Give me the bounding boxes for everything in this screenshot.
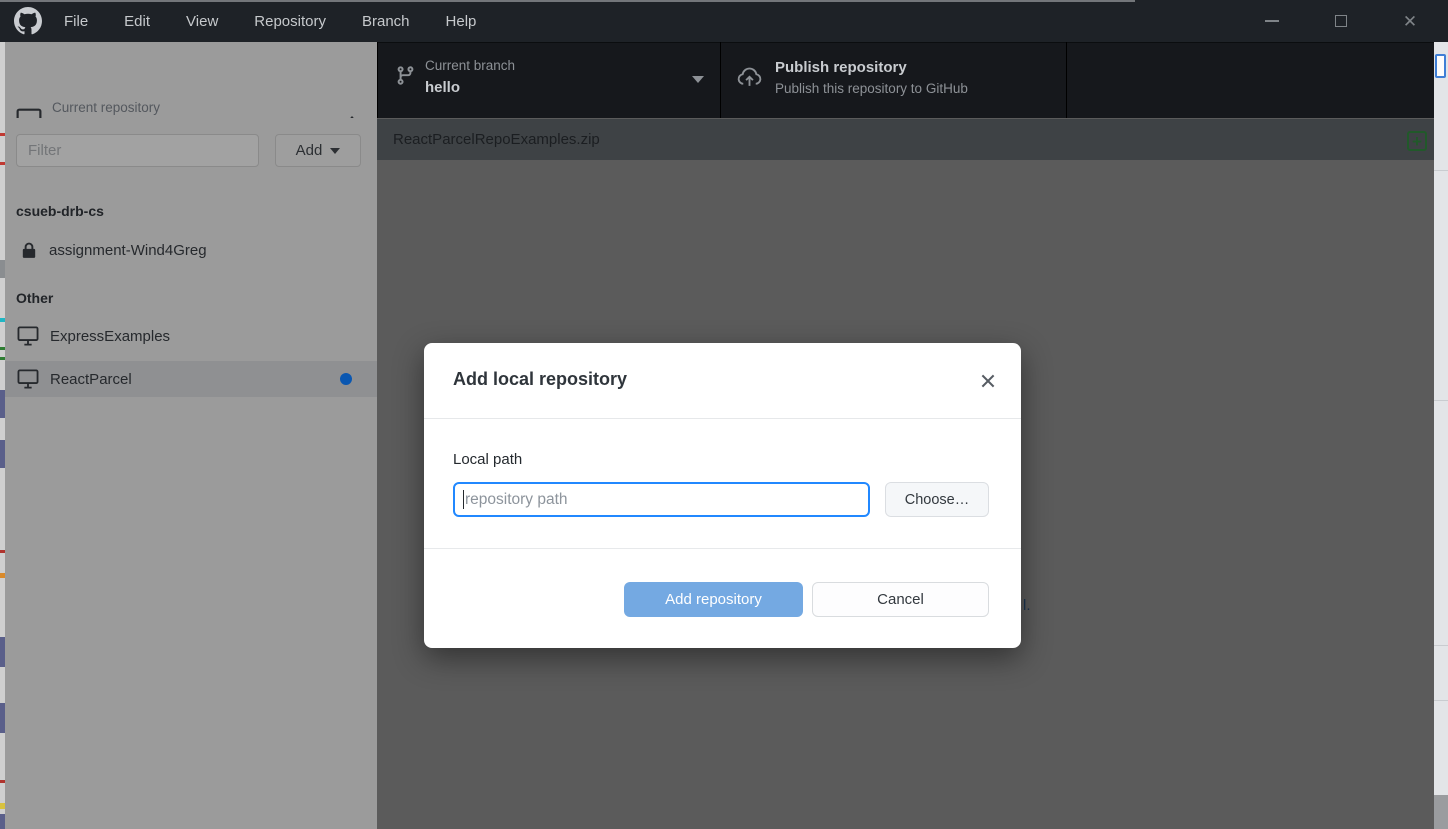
monitor-icon xyxy=(17,369,39,389)
desktop-sliver xyxy=(0,260,5,278)
background-window-separator xyxy=(1434,700,1448,701)
desktop-sliver xyxy=(0,347,5,350)
upload-cloud-icon xyxy=(736,64,763,90)
current-repository-label: Current repository xyxy=(52,100,160,115)
text-cursor xyxy=(463,490,464,509)
desktop-sliver xyxy=(0,703,5,733)
menu-repository[interactable]: Repository xyxy=(254,13,326,30)
add-button-label: Add xyxy=(296,142,323,159)
desktop-sliver xyxy=(0,440,5,468)
repo-item-label: ReactParcel xyxy=(50,371,132,388)
dialog-header: Add local repository xyxy=(424,343,1021,419)
local-path-placeholder: repository path xyxy=(465,491,568,509)
changed-file-name: ReactParcelRepoExamples.zip xyxy=(393,131,600,148)
background-window-separator xyxy=(1434,400,1448,401)
github-logo-icon xyxy=(14,7,42,35)
background-text-fragment: l. xyxy=(1023,597,1031,614)
publish-repository-button[interactable]: Publish repository Publish this reposito… xyxy=(721,42,1066,118)
desktop-sliver xyxy=(0,162,5,165)
chevron-down-icon xyxy=(330,148,340,154)
background-window-separator xyxy=(1434,170,1448,171)
close-dialog-button[interactable] xyxy=(979,372,997,390)
current-branch-label: Current branch xyxy=(425,58,515,73)
menu-help[interactable]: Help xyxy=(446,13,477,30)
chevron-down-icon xyxy=(692,76,704,83)
add-repository-button[interactable]: Add repository xyxy=(624,582,803,617)
desktop-sliver xyxy=(0,357,5,360)
repo-item-label: ExpressExamples xyxy=(50,328,170,345)
current-branch-selector[interactable]: Current branch hello xyxy=(378,42,720,118)
repo-list-item-expressexamples[interactable]: ExpressExamples xyxy=(0,319,377,353)
desktop-edge-left xyxy=(0,42,5,829)
minimize-icon xyxy=(1265,20,1279,22)
repo-group-header: Other xyxy=(16,290,53,306)
background-window-footer xyxy=(1434,795,1448,829)
menu-bar: File Edit View Repository Branch Help xyxy=(64,0,512,42)
lock-icon xyxy=(20,241,38,260)
repo-item-label: assignment-Wind4Greg xyxy=(49,242,207,259)
menu-view[interactable]: View xyxy=(186,13,218,30)
background-window-separator xyxy=(1434,645,1448,646)
add-dropdown-button[interactable]: Add xyxy=(275,134,361,167)
repo-list-item-assignment-wind4greg[interactable]: assignment-Wind4Greg xyxy=(0,233,377,267)
background-window-fragment xyxy=(1435,54,1446,78)
desktop-sliver xyxy=(0,318,5,322)
desktop-sliver xyxy=(0,637,5,667)
current-repository-selector[interactable]: Current repository ReactParcel xyxy=(0,42,377,118)
cancel-button[interactable]: Cancel xyxy=(812,582,989,617)
close-window-icon: ✕ xyxy=(1403,13,1417,30)
publish-repository-subtitle: Publish this repository to GitHub xyxy=(775,81,968,96)
maximize-icon xyxy=(1335,15,1347,27)
changed-file-row[interactable]: ReactParcelRepoExamples.zip xyxy=(377,119,1448,160)
plus-added-icon: + xyxy=(1407,131,1427,151)
desktop-sliver xyxy=(0,814,5,829)
minimize-button[interactable] xyxy=(1249,0,1295,42)
choose-button[interactable]: Choose… xyxy=(885,482,989,517)
desktop-sliver xyxy=(0,390,5,418)
local-path-input[interactable]: repository path xyxy=(453,482,870,517)
dialog-title: Add local repository xyxy=(453,369,627,390)
monitor-icon xyxy=(17,326,39,346)
git-branch-icon xyxy=(395,65,416,86)
current-branch-value: hello xyxy=(425,79,460,96)
local-path-label: Local path xyxy=(453,451,522,468)
menu-file[interactable]: File xyxy=(64,13,88,30)
desktop-sliver xyxy=(0,573,5,578)
desktop-sliver xyxy=(0,550,5,553)
repository-list-panel: Filter Add csueb-drb-cs assignment-Wind4… xyxy=(0,118,377,829)
toolbar-divider xyxy=(1066,42,1067,118)
dialog-divider xyxy=(424,548,1021,549)
add-local-repository-dialog: Add local repository Local path reposito… xyxy=(424,343,1021,648)
desktop-sliver xyxy=(0,133,5,136)
maximize-button[interactable] xyxy=(1318,0,1364,42)
current-repo-dot-icon xyxy=(340,373,352,385)
filter-input[interactable]: Filter xyxy=(16,134,259,167)
repo-group-header: csueb-drb-cs xyxy=(16,203,104,219)
desktop-sliver xyxy=(0,803,5,809)
repo-list-item-reactparcel[interactable]: ReactParcel xyxy=(0,361,377,397)
menu-branch[interactable]: Branch xyxy=(362,13,410,30)
menu-edit[interactable]: Edit xyxy=(124,13,150,30)
desktop-sliver xyxy=(0,780,5,783)
desktop-edge-right xyxy=(1434,42,1448,829)
title-bar: File Edit View Repository Branch Help ✕ xyxy=(0,0,1448,42)
publish-repository-title: Publish repository xyxy=(775,59,907,76)
close-window-button[interactable]: ✕ xyxy=(1387,0,1433,42)
